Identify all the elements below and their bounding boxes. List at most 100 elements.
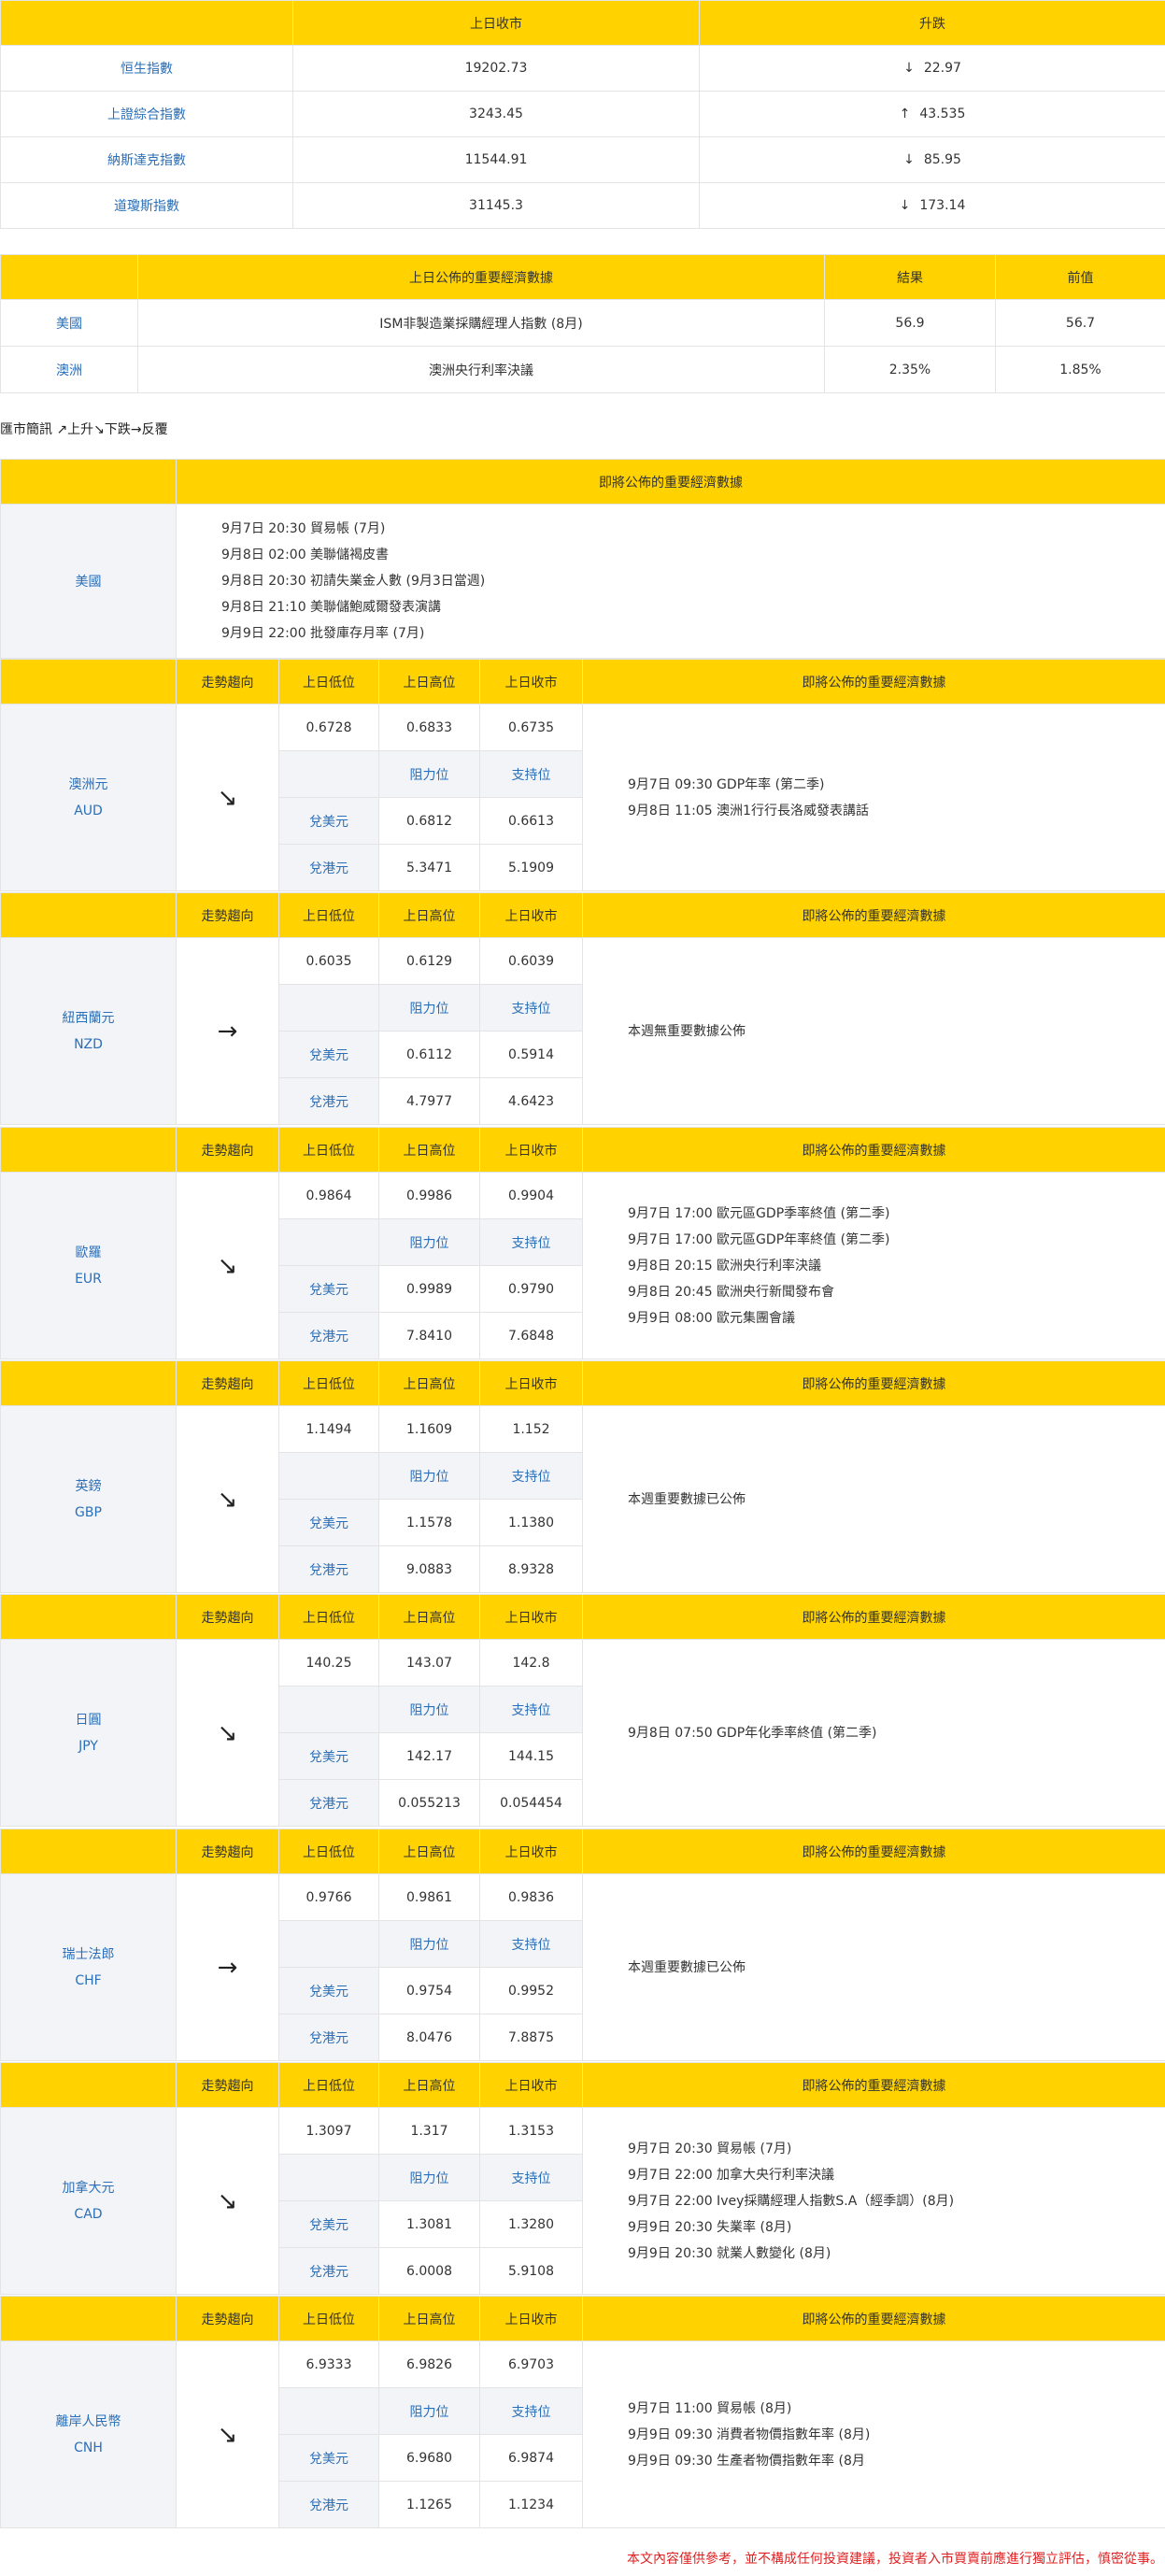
currency-name[interactable]: 離岸人民幣 (1, 2409, 176, 2435)
prev-low: 6.9333 (278, 2341, 379, 2388)
released-header-result: 結果 (824, 254, 996, 300)
vs-usd-label: 兌美元 (278, 797, 379, 845)
currency-code[interactable]: NZD (1, 1032, 176, 1058)
header-upcoming: 即將公佈的重要經濟數據 (582, 1594, 1165, 1640)
upcoming-event: 9月7日 20:30 貿易帳 (7月) (628, 2141, 792, 2156)
level-header-blank (278, 1920, 379, 1968)
currency-name[interactable]: 日圓 (1, 1707, 176, 1733)
prev-high: 0.6129 (378, 937, 480, 985)
header-upcoming: 即將公佈的重要經濟數據 (582, 1829, 1165, 1874)
usd-resistance: 0.6812 (378, 797, 480, 845)
change-direction-icon: ↓ (903, 152, 915, 167)
header-close: 上日收市 (479, 1594, 583, 1640)
header-low: 上日低位 (278, 659, 379, 704)
hkd-support: 1.1234 (479, 2481, 583, 2528)
currency-code[interactable]: CNH (1, 2435, 176, 2461)
currency-code[interactable]: CHF (1, 1968, 176, 1994)
released-header-blank (0, 254, 138, 300)
currency-header-row: 走勢趨向 上日低位 上日高位 上日收市 即將公佈的重要經濟數據 (0, 1360, 1165, 1406)
upcoming-event: 9月7日 17:00 歐元區GDP年率終值 (第二季) (628, 1231, 890, 1247)
support-label: 支持位 (479, 750, 583, 798)
header-close: 上日收市 (479, 2296, 583, 2341)
index-close: 11544.91 (292, 136, 700, 183)
currency-name-cell: 日圓 JPY (0, 1639, 177, 1827)
hkd-support: 7.8875 (479, 2014, 583, 2061)
header-close: 上日收市 (479, 659, 583, 704)
usd-support: 0.6613 (479, 797, 583, 845)
index-name[interactable]: 納斯達克指數 (0, 136, 293, 183)
currency-name[interactable]: 歐羅 (1, 1240, 176, 1266)
header-upcoming: 即將公佈的重要經濟數據 (582, 1360, 1165, 1406)
currency-header-row: 走勢趨向 上日低位 上日高位 上日收市 即將公佈的重要經濟數據 (0, 1594, 1165, 1640)
header-high: 上日高位 (378, 1594, 480, 1640)
header-low: 上日低位 (278, 2062, 379, 2108)
upcoming-event: 9月9日 20:30 失業率 (8月) (628, 2219, 792, 2235)
currency-code[interactable]: AUD (1, 798, 176, 824)
prev-close: 0.9836 (479, 1873, 583, 1921)
index-change: 22.97 (923, 61, 961, 76)
currency-name[interactable]: 澳洲元 (1, 772, 176, 798)
currency-header-blank (0, 892, 177, 938)
header-low: 上日低位 (278, 1360, 379, 1406)
currency-name-cell: 紐西蘭元 NZD (0, 937, 177, 1125)
currency-header-blank (0, 659, 177, 704)
released-previous: 56.7 (995, 299, 1165, 347)
upcoming-us-row: 美國 9月7日 20:30 貿易帳 (7月) 9月8日 02:00 美聯儲褐皮書 9… (0, 504, 1165, 659)
index-change: 43.535 (919, 107, 966, 121)
level-header-blank (278, 2387, 379, 2435)
vs-usd-label: 兌美元 (278, 2200, 379, 2248)
currency-code[interactable]: JPY (1, 1733, 176, 1759)
header-trend: 走勢趨向 (176, 1127, 279, 1173)
prev-high: 0.9986 (378, 1172, 480, 1219)
header-close: 上日收市 (479, 1360, 583, 1406)
header-high: 上日高位 (378, 1127, 480, 1173)
prev-close: 142.8 (479, 1639, 583, 1686)
hkd-support: 5.9108 (479, 2247, 583, 2295)
currency-name[interactable]: 瑞士法郎 (1, 1942, 176, 1968)
support-label: 支持位 (479, 2154, 583, 2201)
released-region[interactable]: 澳洲 (0, 346, 138, 393)
index-name[interactable]: 道瓊斯指數 (0, 182, 293, 229)
index-change-cell: ↓ 173.14 (699, 182, 1165, 229)
released-result: 56.9 (824, 299, 996, 347)
currency-name-cell: 瑞士法郎 CHF (0, 1873, 177, 2061)
currency-name-cell: 歐羅 EUR (0, 1172, 177, 1359)
usd-resistance: 0.9989 (378, 1265, 480, 1313)
index-change-cell: ↑ 43.535 (699, 91, 1165, 137)
prev-close: 0.9904 (479, 1172, 583, 1219)
header-upcoming: 即將公佈的重要經濟數據 (582, 659, 1165, 704)
trend-arrow-icon: ↘ (176, 2341, 279, 2528)
currency-code[interactable]: CAD (1, 2201, 176, 2227)
index-name[interactable]: 恒生指數 (0, 45, 293, 92)
usd-resistance: 1.3081 (378, 2200, 480, 2248)
upcoming-event: 9月7日 20:30 貿易帳 (7月) (221, 521, 386, 536)
hkd-support: 0.054454 (479, 1779, 583, 1827)
currency-events-cell: 本週重要數據已公佈 (582, 1873, 1165, 2061)
currency-header-blank (0, 1127, 177, 1173)
vs-hkd-label: 兌港元 (278, 1077, 379, 1125)
change-direction-icon: ↓ (903, 61, 915, 76)
level-header-blank (278, 1686, 379, 1733)
usd-support: 0.5914 (479, 1031, 583, 1078)
currency-name[interactable]: 紐西蘭元 (1, 1005, 176, 1032)
header-trend: 走勢趨向 (176, 1829, 279, 1874)
currency-prices-row: 澳洲元 AUD ↘ 0.6728 0.6833 0.6735 9月7日 09:30 GDP年… (0, 704, 1165, 891)
currency-code[interactable]: EUR (1, 1266, 176, 1292)
hkd-resistance: 6.0008 (378, 2247, 480, 2295)
released-table: 上日公佈的重要經濟數據 結果 前值 美國 ISM非製造業採購經理人指數 (8月) 5… (0, 254, 1165, 393)
upcoming-event: 9月7日 11:00 貿易帳 (8月) (628, 2400, 792, 2416)
index-close: 19202.73 (292, 45, 700, 92)
prev-low: 0.9766 (278, 1873, 379, 1921)
index-close: 31145.3 (292, 182, 700, 229)
prev-close: 0.6039 (479, 937, 583, 985)
prev-high: 6.9826 (378, 2341, 480, 2388)
index-header-blank (0, 0, 293, 46)
currency-name[interactable]: 加拿大元 (1, 2175, 176, 2201)
currency-code[interactable]: GBP (1, 1500, 176, 1526)
upcoming-us-table: 即將公佈的重要經濟數據 美國 9月7日 20:30 貿易帳 (7月) 9月8日 0… (0, 459, 1165, 659)
index-name[interactable]: 上證綜合指數 (0, 91, 293, 137)
header-low: 上日低位 (278, 1127, 379, 1173)
currency-events-cell: 9月8日 07:50 GDP年化季率終值 (第二季) (582, 1639, 1165, 1827)
released-region[interactable]: 美國 (0, 299, 138, 347)
currency-name[interactable]: 英鎊 (1, 1473, 176, 1500)
